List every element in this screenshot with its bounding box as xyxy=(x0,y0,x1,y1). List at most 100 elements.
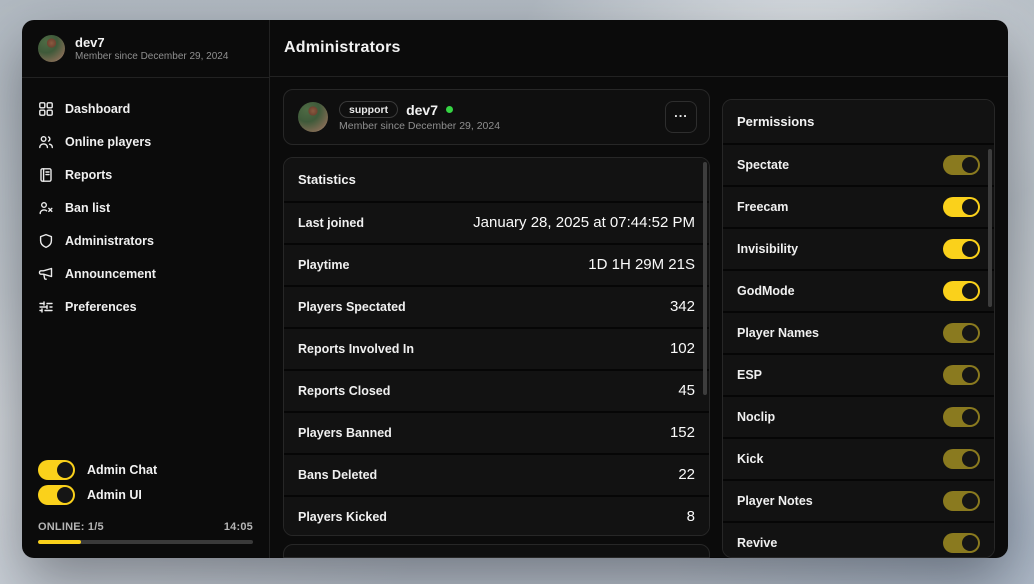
sidebar-item-dashboard[interactable]: Dashboard xyxy=(22,92,269,125)
sidebar-toggles: Admin Chat Admin UI xyxy=(22,453,269,513)
revive-toggle[interactable] xyxy=(943,533,980,553)
sidebar-item-label: Online players xyxy=(65,135,151,149)
stat-row-playtime: Playtime 1D 1H 29M 21S xyxy=(284,245,709,287)
perm-row-invisibility: Invisibility xyxy=(723,229,994,271)
admin-ui-label: Admin UI xyxy=(87,488,142,502)
perm-row-kick: Kick xyxy=(723,439,994,481)
admin-chat-toggle[interactable] xyxy=(38,460,75,480)
toggle-knob xyxy=(962,409,978,425)
profile-name: dev7 xyxy=(406,102,438,118)
user-avatar xyxy=(38,35,65,62)
stat-label: Last joined xyxy=(298,216,364,230)
sidebar-item-ban-list[interactable]: Ban list xyxy=(22,191,269,224)
left-column: support dev7 Member since December 29, 2… xyxy=(283,89,710,558)
sidebar-item-preferences[interactable]: Preferences xyxy=(22,290,269,323)
perm-label: Noclip xyxy=(737,410,775,424)
perm-row-noclip: Noclip xyxy=(723,397,994,439)
admin-panel-window: dev7 Member since December 29, 2024 Dash… xyxy=(22,20,1008,558)
perm-row-player-names: Player Names xyxy=(723,313,994,355)
stat-label: Players Spectated xyxy=(298,300,406,314)
stat-value: January 28, 2025 at 07:44:52 PM xyxy=(473,214,695,231)
perm-row-revive: Revive xyxy=(723,523,994,558)
permissions-title: Permissions xyxy=(737,114,814,129)
perm-row-spectate: Spectate xyxy=(723,145,994,187)
page-title: Administrators xyxy=(284,39,401,57)
user-name: dev7 xyxy=(75,35,228,50)
user-x-icon xyxy=(38,200,54,216)
stat-label: Reports Closed xyxy=(298,384,390,398)
admin-ui-toggle[interactable] xyxy=(38,485,75,505)
toggle-knob xyxy=(962,535,978,551)
statistics-scrollbar[interactable] xyxy=(703,162,707,395)
toggle-knob xyxy=(962,325,978,341)
player-notes-toggle[interactable] xyxy=(943,491,980,511)
perm-label: GodMode xyxy=(737,284,795,298)
player-names-toggle[interactable] xyxy=(943,323,980,343)
toggle-knob xyxy=(962,157,978,173)
stat-value: 45 xyxy=(678,382,695,399)
perm-label: Kick xyxy=(737,452,763,466)
spectate-toggle[interactable] xyxy=(943,155,980,175)
sidebar-item-label: Reports xyxy=(65,168,112,182)
stat-value: 22 xyxy=(678,466,695,483)
notebook-icon xyxy=(38,167,54,183)
perm-row-freecam: Freecam xyxy=(723,187,994,229)
toggle-knob xyxy=(57,487,73,503)
sidebar-item-label: Dashboard xyxy=(65,102,130,116)
stat-label: Playtime xyxy=(298,258,349,272)
sidebar-item-label: Announcement xyxy=(65,267,156,281)
online-progress-fill xyxy=(38,540,81,544)
stat-value: 102 xyxy=(670,340,695,357)
sidebar-item-reports[interactable]: Reports xyxy=(22,158,269,191)
profile-menu-button[interactable]: ... xyxy=(665,101,697,133)
stat-label: Players Kicked xyxy=(298,510,387,524)
sidebar-footer: ONLINE: 1/5 14:05 xyxy=(22,513,269,558)
sidebar-item-administrators[interactable]: Administrators xyxy=(22,224,269,257)
admin-chat-label: Admin Chat xyxy=(87,463,157,477)
sidebar-item-label: Administrators xyxy=(65,234,154,248)
stat-row-reports-involved: Reports Involved In 102 xyxy=(284,329,709,371)
megaphone-icon xyxy=(38,266,54,282)
sidebar-item-label: Preferences xyxy=(65,300,137,314)
main-area: Administrators support dev7 Member since… xyxy=(270,20,1008,558)
perm-row-player-notes: Player Notes xyxy=(723,481,994,523)
admin-chat-row: Admin Chat xyxy=(38,457,253,482)
perm-label: Player Notes xyxy=(737,494,813,508)
sidebar: dev7 Member since December 29, 2024 Dash… xyxy=(22,20,270,558)
sliders-icon xyxy=(38,299,54,315)
stat-value: 342 xyxy=(670,298,695,315)
stat-label: Reports Involved In xyxy=(298,342,414,356)
sidebar-item-announcement[interactable]: Announcement xyxy=(22,257,269,290)
perm-row-esp: ESP xyxy=(723,355,994,397)
toggle-knob xyxy=(962,367,978,383)
dashboard-icon xyxy=(38,101,54,117)
sidebar-item-label: Ban list xyxy=(65,201,110,215)
esp-toggle[interactable] xyxy=(943,365,980,385)
perm-label: Revive xyxy=(737,536,777,550)
permissions-header: Permissions xyxy=(723,100,994,145)
toggle-knob xyxy=(57,462,73,478)
stat-row-reports-closed: Reports Closed 45 xyxy=(284,371,709,413)
invisibility-toggle[interactable] xyxy=(943,239,980,259)
noclip-toggle[interactable] xyxy=(943,407,980,427)
perm-label: Spectate xyxy=(737,158,789,172)
clock: 14:05 xyxy=(224,521,253,533)
content: support dev7 Member since December 29, 2… xyxy=(270,77,1008,558)
freecam-toggle[interactable] xyxy=(943,197,980,217)
toggle-knob xyxy=(962,241,978,257)
stat-row-last-joined: Last joined January 28, 2025 at 07:44:52… xyxy=(284,203,709,245)
sidebar-item-online-players[interactable]: Online players xyxy=(22,125,269,158)
page-header: Administrators xyxy=(270,20,1008,77)
godmode-toggle[interactable] xyxy=(943,281,980,301)
stat-label: Bans Deleted xyxy=(298,468,377,482)
online-progress-bar xyxy=(38,540,253,544)
stat-value: 8 xyxy=(687,508,695,525)
toggle-knob xyxy=(962,451,978,467)
shield-icon xyxy=(38,233,54,249)
perm-label: Player Names xyxy=(737,326,819,340)
stat-row-players-kicked: Players Kicked 8 xyxy=(284,497,709,537)
perm-row-godmode: GodMode xyxy=(723,271,994,313)
statistics-panel: Statistics Last joined January 28, 2025 … xyxy=(283,157,710,537)
kick-toggle[interactable] xyxy=(943,449,980,469)
permissions-scrollbar[interactable] xyxy=(988,149,992,307)
